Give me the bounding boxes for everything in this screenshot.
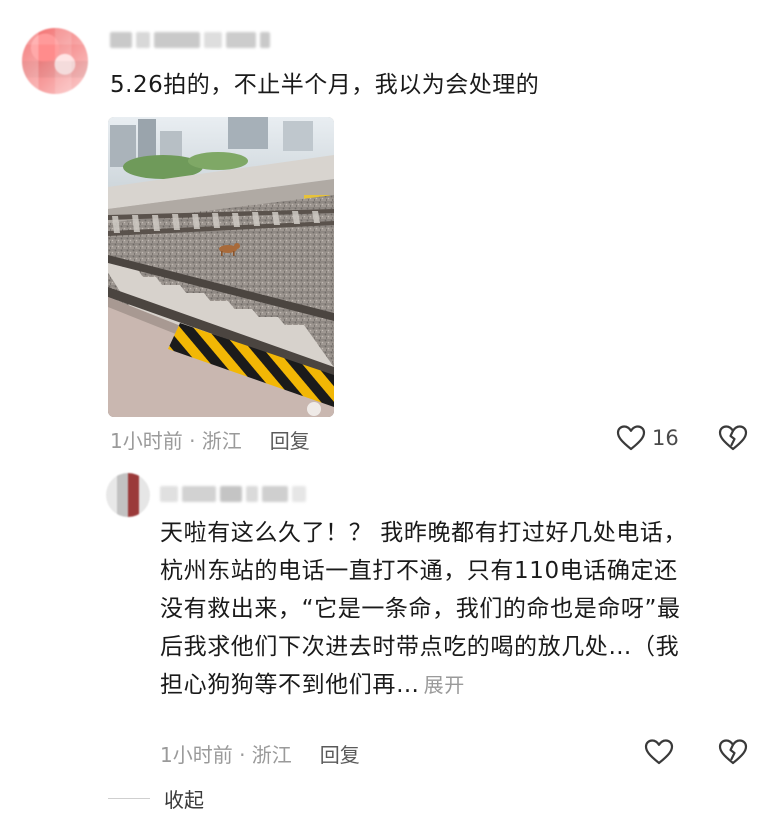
- comment-text: 5.26拍的，不止半个月，我以为会处理的: [110, 72, 540, 98]
- reply-button[interactable]: 回复: [270, 425, 310, 454]
- collapse-replies[interactable]: 收起: [108, 784, 204, 813]
- reply-line: 天啦有这么久了！？ 我昨晚都有打过好几处电话，: [160, 520, 688, 546]
- divider-line: [108, 798, 150, 799]
- broken-heart-icon: [718, 739, 748, 765]
- avatar[interactable]: [22, 28, 88, 94]
- reply-line: 没有救出来，“它是一条命，我们的命也是命呀”最: [160, 596, 681, 622]
- comment-photo[interactable]: [108, 117, 334, 417]
- reply-like-button[interactable]: [644, 738, 674, 766]
- reply-dislike-button[interactable]: [718, 738, 748, 766]
- time-location: 1小时前 · 浙江: [110, 429, 242, 453]
- broken-heart-icon: [718, 425, 748, 451]
- reply-avatar[interactable]: [106, 473, 150, 517]
- like-count: 16: [652, 426, 679, 450]
- comment-meta: 1小时前 · 浙江 回复: [110, 425, 310, 454]
- dislike-button[interactable]: [718, 424, 748, 452]
- expand-button[interactable]: 展开: [424, 673, 465, 697]
- heart-icon: [616, 425, 646, 451]
- reply-reply-button[interactable]: 回复: [320, 739, 360, 768]
- reply-line: 杭州东站的电话一直打不通，只有110电话确定还: [160, 558, 678, 584]
- reply-time-location: 1小时前 · 浙江: [160, 743, 292, 767]
- reply-line-text: 担心狗狗等不到他们再…: [160, 672, 420, 698]
- reply-line: 担心狗狗等不到他们再… 展开: [160, 666, 750, 704]
- collapse-label[interactable]: 收起: [164, 784, 204, 813]
- reply-line: 后我求他们下次进去时带点吃的喝的放几处…（我: [160, 634, 680, 660]
- reply-comment-text: 天啦有这么久了！？ 我昨晚都有打过好几处电话， 杭州东站的电话一直打不通，只有1…: [160, 514, 750, 704]
- reply-meta: 1小时前 · 浙江 回复: [160, 739, 360, 768]
- reply-username-blurred[interactable]: [160, 484, 306, 504]
- heart-icon: [644, 739, 674, 765]
- like-button[interactable]: 16: [616, 424, 679, 452]
- username-blurred[interactable]: [110, 30, 270, 50]
